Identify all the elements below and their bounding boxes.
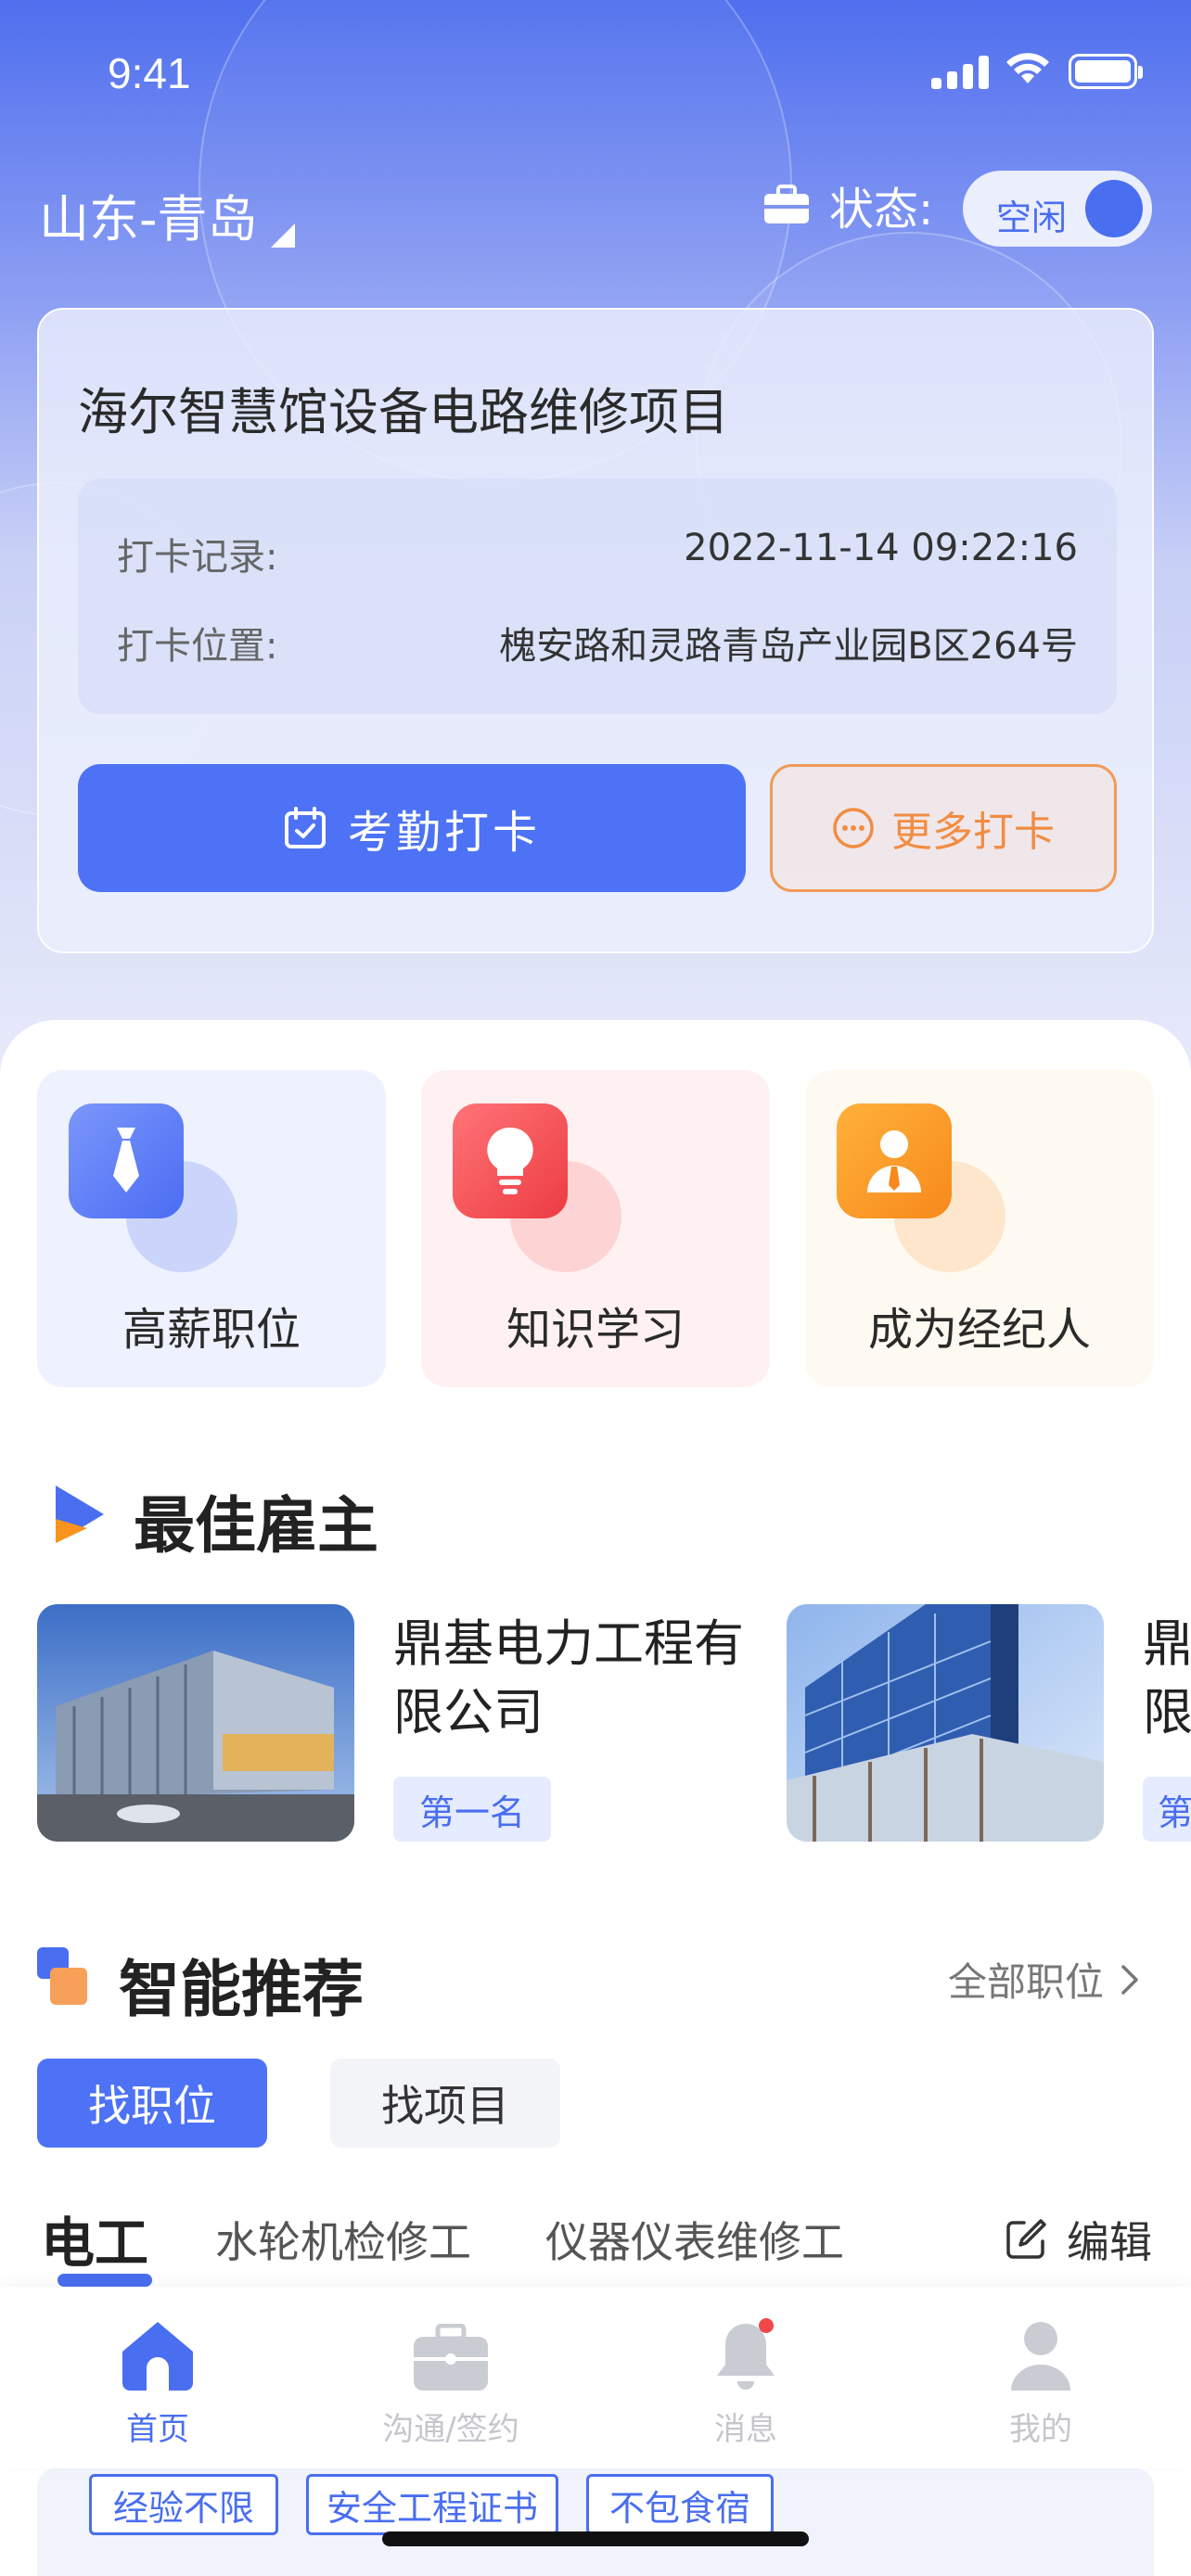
edit-icon [1006, 2219, 1046, 2259]
employer-name-line: 限 [1143, 1683, 1191, 1741]
filter-chip: 安全工程证书 [306, 2474, 558, 2535]
quick-entry-high-salary[interactable]: 高薪职位 [37, 1070, 386, 1387]
best-employers-title: 最佳雇主 [134, 1490, 378, 1562]
lightbulb-icon [453, 1103, 568, 1218]
checkin-info-panel: 打卡记录: 2022-11-14 09:22:16 打卡位置: 槐安路和灵路青岛… [78, 478, 1117, 714]
status-toggle[interactable]: 空闲 [963, 171, 1152, 247]
checkin-record-label: 打卡记录: [117, 536, 278, 579]
tie-icon [69, 1103, 184, 1218]
home-icon [122, 2322, 193, 2391]
bottom-tab-bar: 首页 沟通/签约 消息 我的 [0, 2287, 1191, 2468]
more-dots-icon [833, 808, 874, 848]
attendance-checkin-label: 考勤打卡 [347, 807, 541, 859]
employer-image[interactable] [37, 1604, 354, 1842]
agent-icon [837, 1103, 952, 1218]
filter-chip: 经验不限 [89, 2474, 278, 2535]
status-area: 状态: [762, 172, 933, 237]
battery-icon [1069, 54, 1143, 89]
recommend-squares-icon [37, 1947, 87, 2005]
job-tab-electrician[interactable]: 电工 [41, 2200, 148, 2277]
tab-profile[interactable]: 我的 [892, 2315, 1189, 2449]
dropdown-triangle-icon [270, 223, 295, 248]
location-selector[interactable]: 山东-青岛 [39, 178, 295, 251]
location-text: 山东-青岛 [39, 190, 258, 249]
employer-name-line: 鼎 [1143, 1614, 1191, 1673]
quick-entry-label: 成为经纪人 [867, 1304, 1091, 1356]
attendance-card: 海尔智慧馆设备电路维修项目 打卡记录: 2022-11-14 09:22:16 … [37, 308, 1154, 953]
employer-name[interactable]: 鼎基电力工程有 限公司 [393, 1610, 764, 1747]
recommend-title: 智能推荐 [119, 1954, 364, 2025]
wifi-icon [1006, 53, 1049, 83]
attendance-checkin-button[interactable]: 考勤打卡 [78, 764, 746, 892]
briefcase-icon [414, 2324, 488, 2391]
project-title: 海尔智慧馆设备电路维修项目 [78, 383, 729, 441]
status-label: 状态: [829, 184, 934, 236]
tab-messages[interactable]: 消息 [597, 2315, 894, 2449]
tab-label: 沟通/签约 [382, 2411, 519, 2448]
employer-name-line: 鼎基电力工程有 [393, 1614, 744, 1673]
more-checkin-button[interactable]: 更多打卡 [770, 764, 1117, 892]
checkin-location-value: 槐安路和灵路青岛产业园B区264号 [499, 625, 1078, 668]
more-checkin-label: 更多打卡 [891, 809, 1055, 856]
checkin-location-label: 打卡位置: [117, 625, 278, 668]
employer-image[interactable] [787, 1604, 1104, 1842]
active-tab-indicator [58, 2274, 152, 2287]
employer-rank-badge-partial: 第 [1143, 1777, 1191, 1842]
tab-label: 消息 [714, 2411, 777, 2448]
quick-entry-learning[interactable]: 知识学习 [421, 1070, 770, 1387]
tab-label: 首页 [126, 2411, 189, 2448]
chevron-right-icon [1121, 1964, 1138, 1995]
status-toggle-text: 空闲 [996, 198, 1068, 238]
status-bar: 9:41 [0, 0, 1191, 139]
quick-entry-label: 知识学习 [506, 1304, 685, 1356]
segment-find-project[interactable]: 找项目 [330, 2059, 560, 2148]
user-icon [1011, 2322, 1070, 2391]
home-indicator [382, 2531, 809, 2546]
quick-entry-label: 高薪职位 [122, 1304, 301, 1356]
filter-chip: 不包食宿 [586, 2474, 774, 2535]
job-tab-instrument-repair[interactable]: 仪器仪表维修工 [545, 2209, 844, 2270]
all-positions-label: 全部职位 [947, 1959, 1104, 2005]
tab-communicate-sign[interactable]: 沟通/签约 [302, 2315, 599, 2449]
employer-rank-badge: 第一名 [393, 1777, 551, 1842]
job-tab-turbine-repair[interactable]: 水轮机检修工 [215, 2209, 471, 2270]
briefcase-icon [764, 185, 809, 223]
play-triangle-icon [56, 1486, 104, 1543]
all-positions-link[interactable]: 全部职位 [948, 1951, 1139, 2008]
signal-icon [931, 56, 991, 89]
edit-tabs-button[interactable]: 编辑 [1004, 2209, 1152, 2270]
checkin-record-value: 2022-11-14 09:22:16 [684, 527, 1078, 569]
employer-name-partial[interactable]: 鼎 限 [1143, 1610, 1191, 1747]
employer-name-line: 限公司 [393, 1683, 544, 1741]
status-time: 9:41 [108, 49, 191, 97]
edit-label: 编辑 [1067, 2217, 1152, 2267]
tab-label: 我的 [1009, 2411, 1072, 2448]
tab-home[interactable]: 首页 [9, 2315, 306, 2449]
calendar-check-icon [284, 807, 326, 848]
segment-find-job[interactable]: 找职位 [37, 2059, 267, 2148]
toggle-knob [1085, 180, 1143, 237]
quick-entry-become-agent[interactable]: 成为经纪人 [805, 1070, 1154, 1387]
notification-dot [759, 2318, 774, 2333]
